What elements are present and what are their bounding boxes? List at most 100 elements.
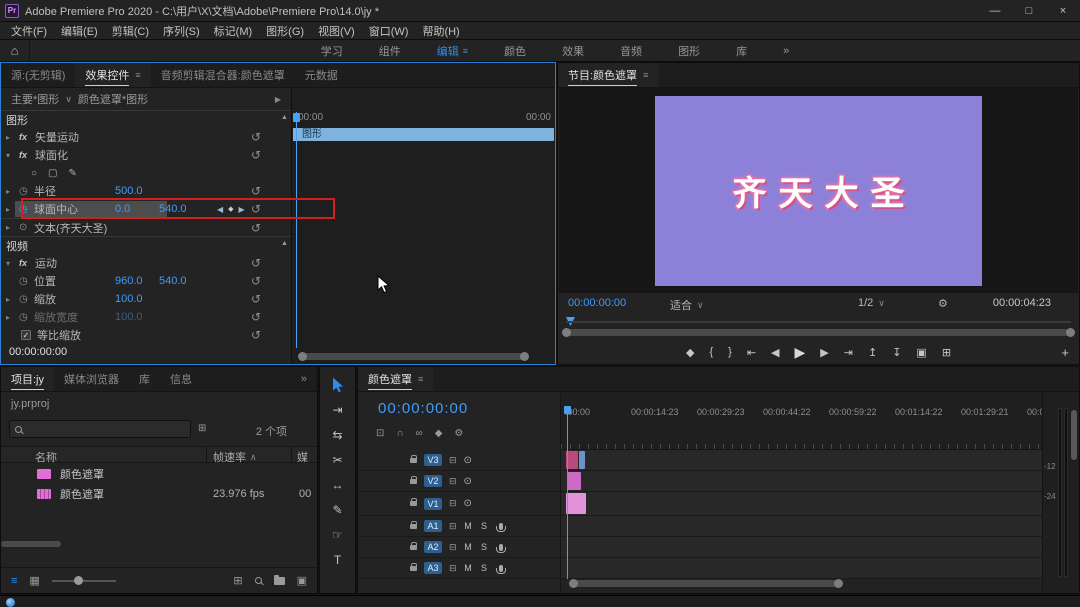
sequence-icon[interactable] [37,489,51,499]
razor-tool-button[interactable]: ✂ [328,452,348,468]
tab-effect-controls[interactable]: 效果控件 ≡ [75,63,150,87]
effect-row-motion[interactable]: ▾ fx 运动 ↺ [1,254,291,272]
column-media[interactable]: 媒 [297,449,308,465]
mute-button[interactable]: M [464,563,473,573]
chevron-right-icon[interactable]: ▸ [6,223,19,232]
radius-value[interactable]: 500.0 [115,185,143,197]
position-y-value[interactable]: 540.0 [159,275,187,287]
icon-view-button[interactable]: ▦ [29,574,39,587]
workspace-tab-effects[interactable]: 效果 [562,43,584,59]
program-current-timecode[interactable]: 00:00:00:00 [568,297,626,309]
chevron-down-icon[interactable]: ▾ [6,259,19,268]
settings-wrench-icon[interactable]: ⚙ [938,297,948,310]
track-output-eye-icon[interactable]: ⊙ [464,476,472,487]
timeline-clip[interactable] [566,493,586,514]
zoom-slider[interactable] [52,580,116,582]
chevron-down-icon[interactable]: ▾ [6,151,19,160]
voiceover-record-mic-icon[interactable] [499,544,503,551]
lock-icon[interactable] [410,479,417,484]
lock-icon[interactable] [410,501,417,506]
new-bin-button[interactable] [274,577,285,585]
reset-effect-icon[interactable]: ↺ [251,223,261,233]
workspace-tab-libraries[interactable]: 库 [736,43,747,59]
step-back-button[interactable]: ◀ [771,346,779,359]
project-scrollbar[interactable] [1,541,61,547]
track-target-button[interactable]: A1 [424,520,442,532]
sync-lock-icon[interactable]: ⊟ [449,498,457,509]
mark-out-button[interactable]: } [728,346,732,358]
fx-badge-icon[interactable]: fx [19,150,35,160]
chevron-right-icon[interactable]: ▸ [6,187,19,196]
search-input[interactable] [27,423,177,435]
chevron-right-icon[interactable]: ▸ [6,313,19,322]
stopwatch-icon[interactable]: ◷ [19,276,34,287]
collapse-icon[interactable]: ▲ [281,240,288,247]
export-frame-button[interactable]: ▣ [916,346,926,359]
track-lane-v1[interactable] [561,492,1042,516]
menu-clip[interactable]: 剪辑(C) [105,23,156,39]
reset-param-icon[interactable]: ↺ [251,312,261,322]
sync-lock-icon[interactable]: ⊟ [449,476,457,487]
extract-button[interactable]: ↧ [892,346,901,359]
uniform-scale-checkbox[interactable]: ✓ [21,330,31,340]
voiceover-record-mic-icon[interactable] [499,565,503,572]
workspace-tab-editing[interactable]: 编辑 ≡ [437,43,468,59]
lock-icon[interactable] [410,458,417,463]
ripple-edit-tool-button[interactable]: ⇆ [328,427,348,443]
voiceover-record-mic-icon[interactable] [499,523,503,530]
automate-to-sequence-button[interactable]: ⊞ [233,574,242,587]
breadcrumb-arrow-icon[interactable]: ▶ [275,95,281,104]
menu-edit[interactable]: 编辑(E) [54,23,105,39]
sync-lock-icon[interactable]: ⊟ [449,542,457,553]
find-button[interactable] [255,577,262,584]
reset-param-icon[interactable]: ↺ [251,294,261,304]
effect-row-spherize[interactable]: ▾ fx 球面化 ↺ [1,146,291,164]
stopwatch-icon[interactable]: ◷ [19,204,34,215]
timeline-settings-icon[interactable]: ⚙ [454,428,463,439]
step-forward-button[interactable]: ▶ [820,346,828,359]
workspace-tab-color[interactable]: 颜色 [504,43,526,59]
fx-badge-icon[interactable]: fx [19,132,35,142]
timeline-ruler[interactable]: :00:00 00:00:14:23 00:00:29:23 00:00:44:… [561,392,1042,450]
rect-mask-icon[interactable]: ▢ [48,168,57,179]
effect-row-vector-motion[interactable]: ▸ fx 矢量运动 ↺ [1,128,291,146]
selection-tool-button[interactable] [328,377,348,393]
sphere-center-y-value[interactable]: 540.0 [159,203,187,215]
track-lane-a2[interactable] [561,537,1042,558]
timeline-clip[interactable] [567,472,581,490]
minimize-button[interactable]: — [978,0,1012,21]
position-x-value[interactable]: 960.0 [115,275,143,287]
program-zoom-scrollbar[interactable] [564,329,1073,336]
close-button[interactable]: × [1046,0,1080,21]
tab-sequence[interactable]: 颜色遮罩 ≡ [358,367,433,391]
scale-value[interactable]: 100.0 [115,293,143,305]
project-row-color-matte[interactable]: 颜色遮罩 [1,464,317,484]
tab-libraries[interactable]: 库 [129,367,160,391]
panel-menu-icon[interactable]: ≡ [135,70,140,80]
track-target-button[interactable]: A2 [424,541,442,553]
reset-param-icon[interactable]: ↺ [251,204,261,214]
param-row-uniform-scale[interactable]: ✓ 等比缩放 ↺ [1,326,291,344]
tab-info[interactable]: 信息 [160,367,202,391]
mute-button[interactable]: M [464,542,473,552]
track-target-button[interactable]: V1 [424,498,442,510]
param-row-scale[interactable]: ▸ ◷ 缩放 100.0 ↺ [1,290,291,308]
column-frame-rate[interactable]: 帧速率 ∧ [213,449,257,465]
add-marker-icon[interactable]: ◆ [435,428,443,439]
effect-row-text[interactable]: ▸ ⊙ 文本(齐天大圣) ↺ [1,218,291,236]
chevron-right-icon[interactable]: ▸ [6,295,19,304]
workspace-tab-graphics[interactable]: 图形 [678,43,700,59]
track-target-button[interactable]: V3 [424,454,442,466]
sphere-center-x-value[interactable]: 0.0 [115,203,130,215]
solo-button[interactable]: S [480,563,489,573]
workspace-overflow-icon[interactable]: » [783,45,789,57]
home-icon[interactable]: ⌂ [0,40,30,61]
lock-icon[interactable] [410,524,417,529]
add-marker-button[interactable]: ◆ [686,346,694,359]
zoom-level-dropdown[interactable]: 适合 ∨ [670,297,704,313]
timeline-clip[interactable] [579,451,585,469]
reset-param-icon[interactable]: ↺ [251,330,261,340]
new-item-button[interactable]: ▣ [297,574,307,587]
solo-button[interactable]: S [480,542,489,552]
timeline-playhead[interactable] [567,406,568,579]
